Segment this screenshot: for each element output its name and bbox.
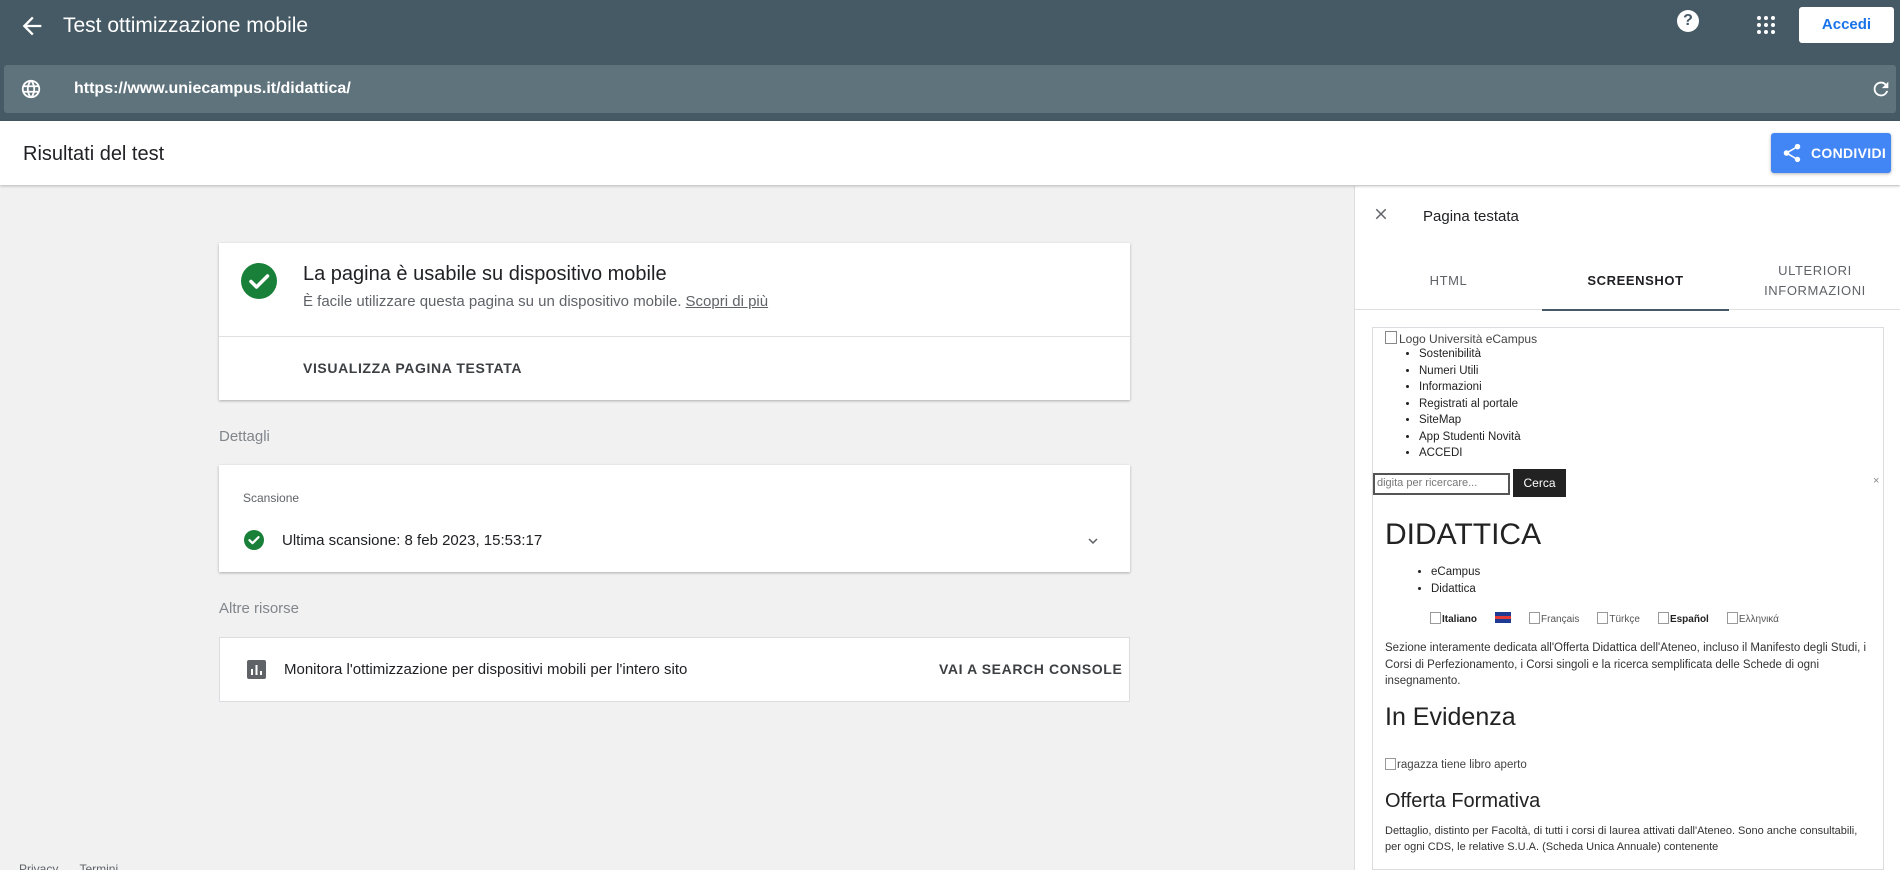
preview-menu-item: SiteMap [1419,412,1521,429]
page-title: Risultati del test [23,143,165,165]
check-circle-icon [241,263,277,299]
preview-breadcrumb: eCampus Didattica [1431,564,1480,598]
search-console-link[interactable]: VAI A SEARCH CONSOLE [939,661,1122,677]
share-button[interactable]: CONDIVIDI [1771,133,1891,173]
preview-description: Sezione interamente dedicata all'Offerta… [1385,642,1867,687]
divider [219,336,1130,337]
chart-icon [247,660,266,679]
preview-menu-item: Numeri Utili [1419,363,1521,380]
preview-language: Ελληνικά [1727,612,1779,625]
tested-page-panel: Pagina testata HTML SCREENSHOT ULTERIORI… [1354,186,1900,870]
view-tested-page-button[interactable]: VISUALIZZA PAGINA TESTATA [303,360,522,376]
app-title: Test ottimizzazione mobile [63,14,309,37]
preview-language: Türkçe [1597,612,1640,625]
result-subtitle-text: È facile utilizzare questa pagina su un … [303,293,682,310]
privacy-link[interactable]: Privacy [19,862,58,870]
result-title: La pagina è usabile su dispositivo mobil… [303,263,667,285]
resource-text: Monitora l'ottimizzazione per dispositiv… [284,661,688,678]
scan-title: Scansione [243,491,300,505]
preview-heading: DIDATTICA [1385,518,1542,551]
preview-offer-heading: Offerta Formativa [1385,790,1541,812]
results-header: Risultati del test CONDIVIDI [0,121,1900,185]
preview-close-icon: × [1873,475,1880,487]
preview-menu-item: Sostenibilità [1419,346,1521,363]
terms-link[interactable]: Termini [79,862,118,870]
login-button[interactable]: Accedi [1799,7,1894,43]
last-scan-text: Ultima scansione: 8 feb 2023, 15:53:17 [282,532,543,549]
preview-menu: Sostenibilità Numeri Utili Informazioni … [1419,346,1521,462]
resource-card: Monitora l'ottimizzazione per dispositiv… [219,637,1130,702]
chevron-down-icon[interactable] [1084,532,1102,550]
reload-icon[interactable] [1870,78,1892,100]
preview-image-alt: ragazza tiene libro aperto [1385,758,1527,771]
footer-links: Privacy Termini [19,862,136,870]
preview-menu-item: Registrati al portale [1419,396,1521,413]
preview-breadcrumb-item: eCampus [1431,564,1480,581]
preview-logo-alt: Logo Università eCampus [1385,331,1537,346]
page-screenshot-preview[interactable]: Logo Università eCampus Sostenibilità Nu… [1372,327,1884,870]
url-input[interactable]: https://www.uniecampus.it/didattica/ [74,80,351,98]
title-bar: Test ottimizzazione mobile ? Accedi [0,0,1900,52]
learn-more-link[interactable]: Scopri di più [686,293,769,310]
preview-language: Italiano [1430,612,1477,625]
preview-search-button: Cerca [1513,469,1566,497]
preview-search-input: digita per ricercare... [1373,473,1510,495]
back-arrow-icon[interactable] [18,12,46,40]
preview-breadcrumb-item: Didattica [1431,581,1480,598]
preview-menu-item: Informazioni [1419,379,1521,396]
url-bar[interactable]: https://www.uniecampus.it/didattica/ [4,65,1896,113]
preview-menu-item: App Studenti Novità [1419,429,1521,446]
result-card: La pagina è usabile su dispositivo mobil… [219,243,1130,400]
close-icon[interactable] [1372,205,1390,223]
panel-tabs: HTML SCREENSHOT ULTERIORI INFORMAZIONI [1355,251,1900,311]
other-resources-heading: Altre risorse [219,600,300,617]
top-app-bar: Test ottimizzazione mobile ? Accedi http… [0,0,1900,121]
tab-html[interactable]: HTML [1355,251,1542,310]
apps-grid-icon[interactable] [1756,15,1776,35]
panel-title: Pagina testata [1423,208,1519,225]
result-subtitle: È facile utilizzare questa pagina su un … [303,293,768,310]
tab-more-info[interactable]: ULTERIORI INFORMAZIONI [1729,251,1900,310]
globe-icon [20,78,42,100]
scan-card[interactable]: Scansione Ultima scansione: 8 feb 2023, … [219,465,1130,572]
share-icon [1781,142,1803,164]
tab-screenshot[interactable]: SCREENSHOT [1542,251,1729,311]
preview-language-list: Italiano Français Türkçe Español Ελληνικ… [1430,612,1779,625]
preview-highlight-heading: In Evidenza [1385,703,1516,731]
help-icon[interactable]: ? [1677,10,1699,32]
share-label: CONDIVIDI [1811,145,1887,161]
preview-language: Français [1529,612,1579,625]
check-circle-icon [244,530,264,550]
details-heading: Dettagli [219,428,270,445]
preview-menu-item: ACCEDI [1419,445,1521,462]
preview-offer-text: Dettaglio, distinto per Facoltà, di tutt… [1385,825,1858,853]
preview-language: Español [1658,612,1709,625]
uk-flag-icon [1495,612,1512,623]
